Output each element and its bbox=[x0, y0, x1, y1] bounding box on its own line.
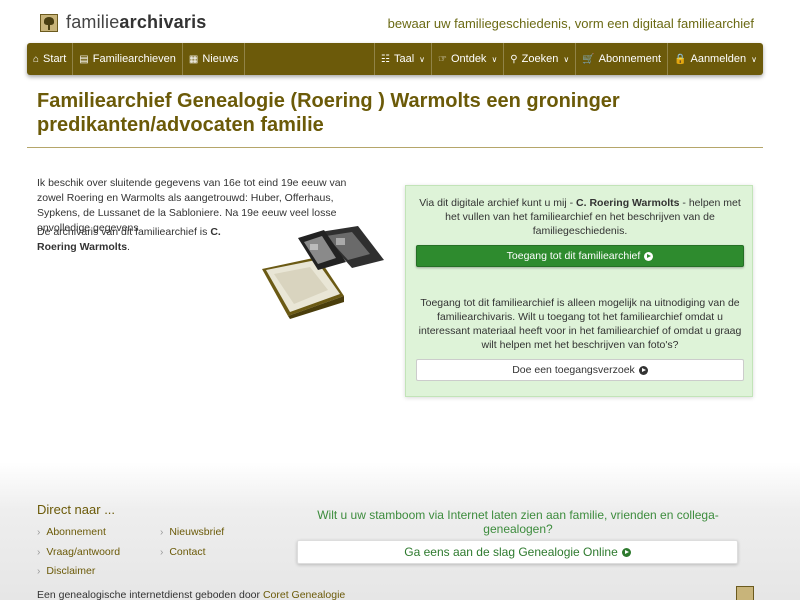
chevron-down-icon: ∨ bbox=[491, 54, 498, 64]
nav-ontdek[interactable]: ☞ Ontdek ∨ bbox=[431, 43, 503, 75]
arrow-circle-right-icon bbox=[621, 547, 631, 557]
footer-link-disclaimer[interactable]: › Disclaimer bbox=[37, 565, 95, 577]
lock-icon: 🔒 bbox=[674, 53, 687, 65]
page-title: Familiearchief Genealogie (Roering ) War… bbox=[37, 90, 620, 136]
footer-link-nieuwsbrief[interactable]: › Nieuwsbrief bbox=[160, 526, 224, 538]
cart-icon: 🛒 bbox=[582, 53, 595, 65]
tree-logo-icon bbox=[40, 13, 58, 32]
chevron-right-icon: › bbox=[160, 547, 164, 558]
footer-link-vraag-antwoord[interactable]: › Vraag/antwoord bbox=[37, 546, 120, 558]
nav-familiearchieven[interactable]: ▤ Familiearchieven bbox=[73, 43, 183, 75]
archive-box-image bbox=[262, 226, 384, 319]
main-navbar: ⌂ Start ▤ Familiearchieven ▦ Nieuws ☷ Ta… bbox=[27, 43, 763, 75]
access-panel: Via dit digitale archief kunt u mij - C.… bbox=[405, 185, 753, 397]
nav-taal[interactable]: ☷ Taal ∨ bbox=[373, 43, 431, 75]
title-divider bbox=[27, 147, 763, 148]
site-logo[interactable]: familiearchivaris bbox=[40, 12, 206, 33]
home-icon: ⌂ bbox=[33, 53, 40, 65]
chevron-right-icon: › bbox=[160, 527, 164, 538]
arrow-circle-right-icon bbox=[638, 365, 648, 375]
footer: Direct naar ... › Abonnement › Nieuwsbrief… bbox=[0, 462, 800, 600]
newspaper-icon: ▦ bbox=[188, 53, 199, 65]
chevron-down-icon: ∨ bbox=[563, 54, 570, 64]
nav-aanmelden[interactable]: 🔒 Aanmelden ∨ bbox=[667, 43, 763, 75]
arrow-circle-right-icon bbox=[644, 251, 654, 261]
search-icon: ⚲ bbox=[510, 53, 518, 65]
panel-help-text: Via dit digitale archief kunt u mij - C.… bbox=[419, 197, 741, 237]
footer-credit: Een genealogische internetdienst geboden… bbox=[37, 589, 346, 600]
access-request-button[interactable]: Doe een toegangsverzoek bbox=[416, 359, 744, 381]
nav-abonnement[interactable]: 🛒 Abonnement bbox=[575, 43, 667, 75]
chevron-right-icon: › bbox=[37, 566, 41, 577]
nav-zoeken[interactable]: ⚲ Zoeken ∨ bbox=[503, 43, 575, 75]
chevron-down-icon: ∨ bbox=[751, 54, 757, 64]
archivaris-line: De archivaris van dit familiearchief is … bbox=[37, 226, 221, 253]
footer-link-contact[interactable]: › Contact bbox=[160, 546, 206, 558]
footer-promo-text: Wilt u uw stamboom via Internet laten zi… bbox=[317, 508, 719, 536]
access-archive-button[interactable]: Toegang tot dit familiearchief bbox=[416, 245, 744, 267]
pointer-icon: ☞ bbox=[438, 53, 447, 65]
chevron-down-icon: ∨ bbox=[419, 54, 425, 64]
chevron-right-icon: › bbox=[37, 527, 41, 538]
coret-genealogie-link[interactable]: Coret Genealogie bbox=[263, 589, 345, 600]
footer-title: Direct naar ... bbox=[37, 502, 116, 517]
genealogie-online-button[interactable]: Ga eens aan de slag Genealogie Online bbox=[297, 540, 738, 564]
header: familiearchivaris bewaar uw familiegesch… bbox=[0, 0, 800, 44]
panel-access-text: Toegang tot dit familiearchief is alleen… bbox=[418, 297, 742, 351]
chevron-right-icon: › bbox=[37, 547, 41, 558]
footer-logo-icon bbox=[736, 586, 754, 600]
site-tagline: bewaar uw familiegeschiedenis, vorm een … bbox=[387, 16, 754, 31]
nav-start[interactable]: ⌂ Start bbox=[27, 43, 74, 75]
footer-link-abonnement[interactable]: › Abonnement bbox=[37, 526, 106, 538]
book-icon: ▤ bbox=[79, 53, 89, 65]
nav-nieuws[interactable]: ▦ Nieuws bbox=[183, 43, 246, 75]
logo-text: familiearchivaris bbox=[66, 12, 207, 32]
language-icon: ☷ bbox=[380, 53, 390, 65]
panel-archivaris-name: C. Roering Warmolts bbox=[576, 197, 680, 209]
